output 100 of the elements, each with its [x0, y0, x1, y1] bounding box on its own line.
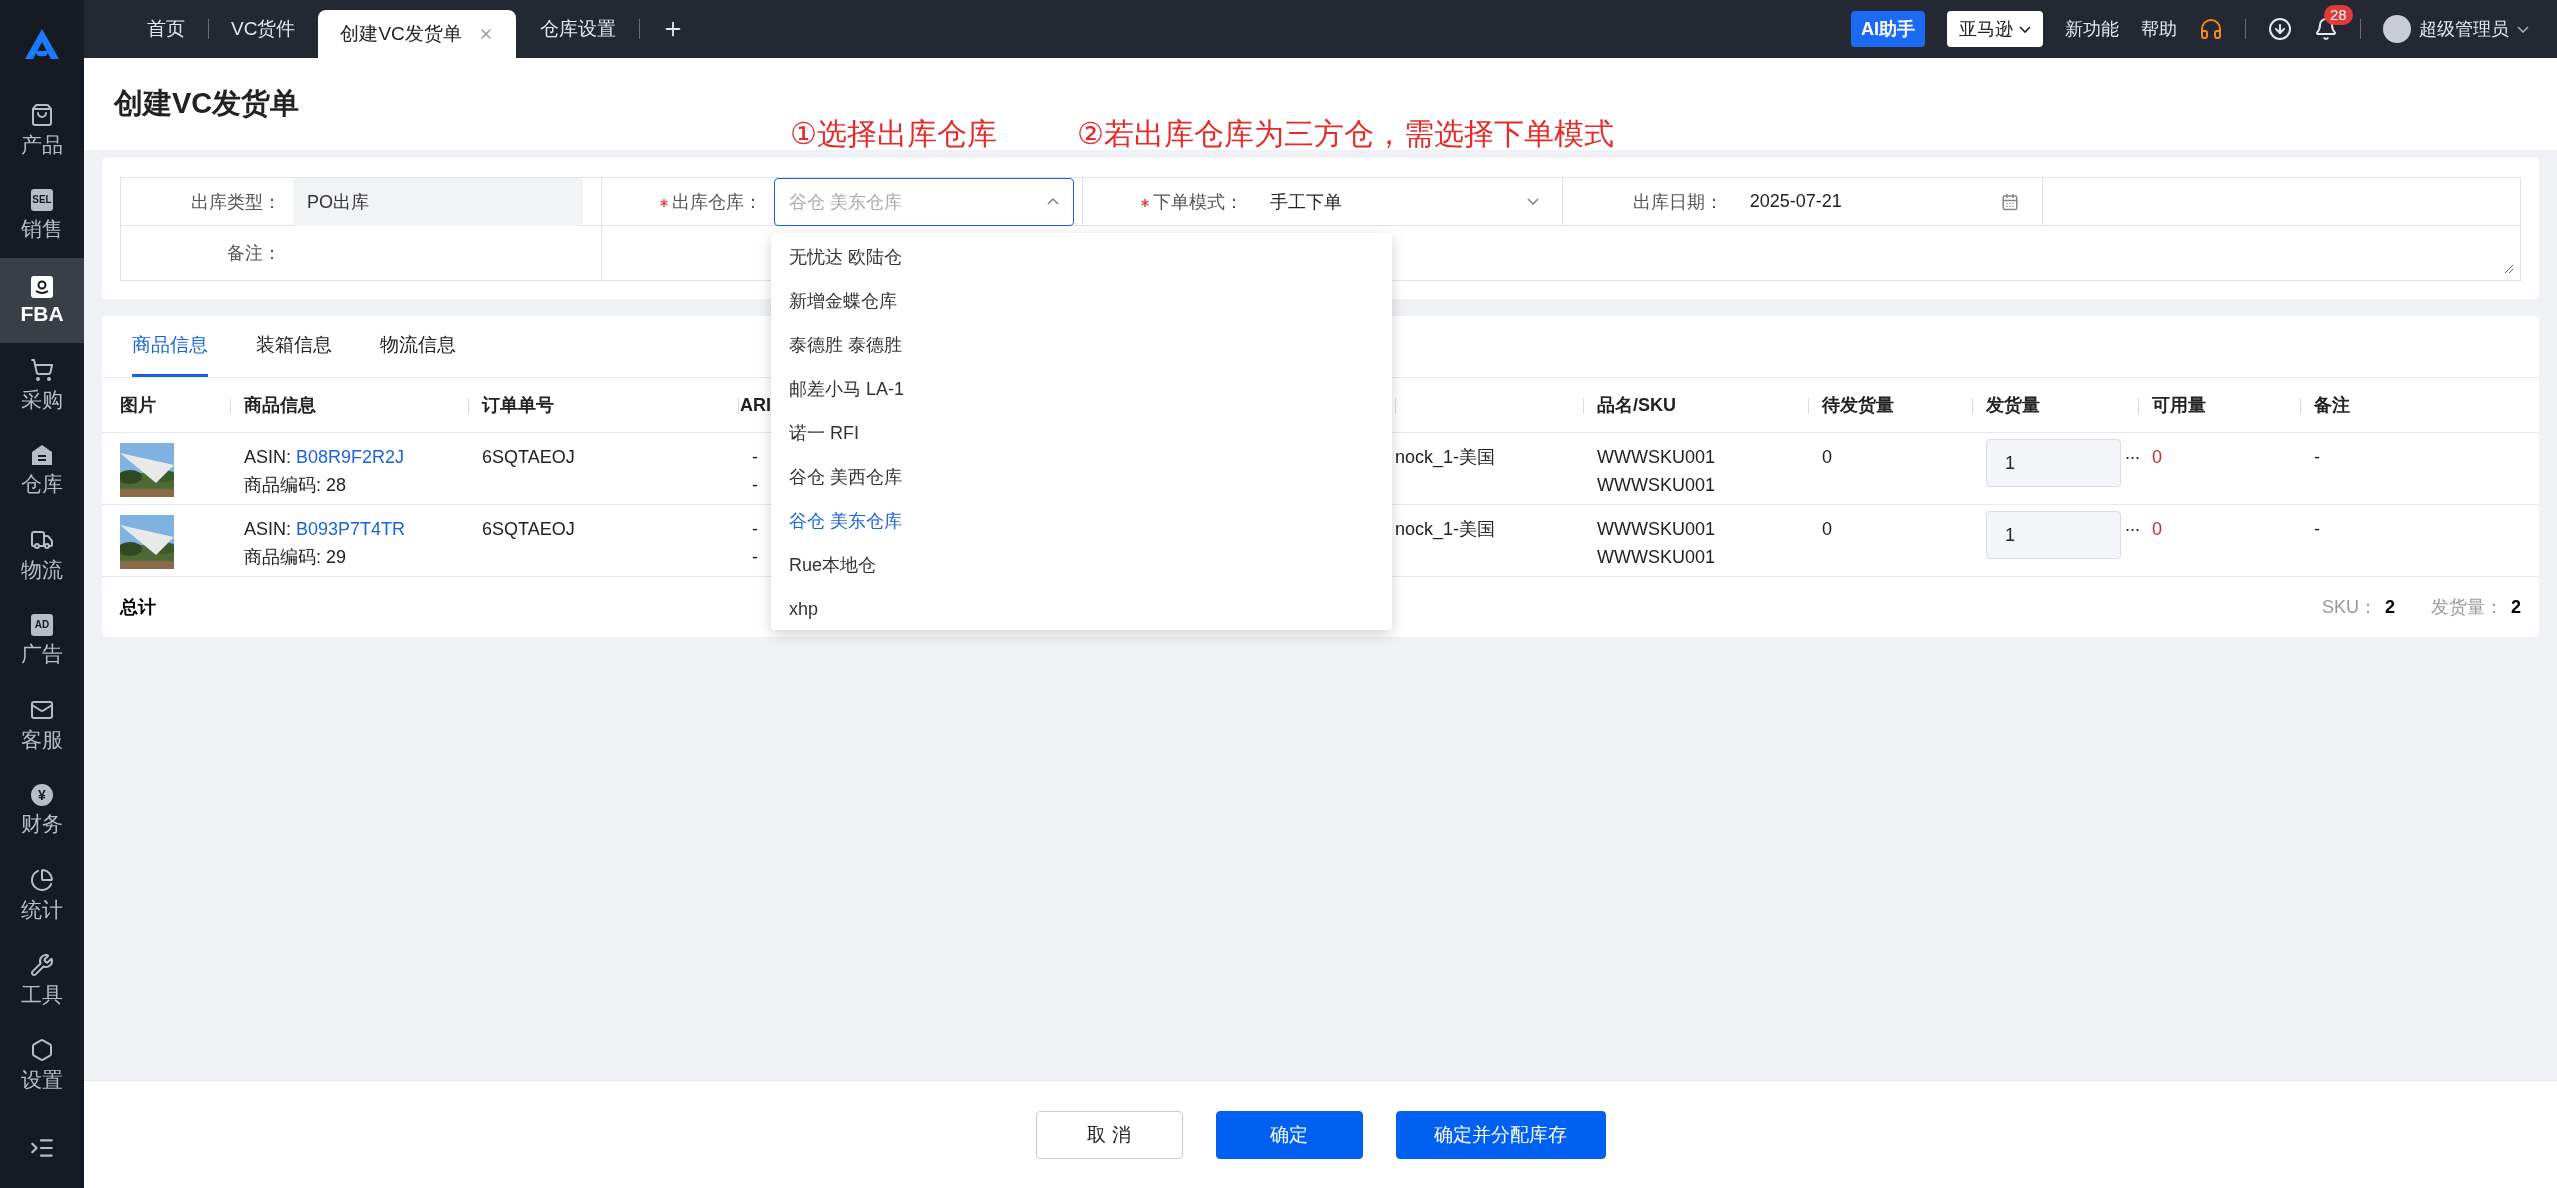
- ad-icon: AD: [31, 613, 53, 636]
- header-link[interactable]: 新功能: [2065, 17, 2119, 41]
- page-tab[interactable]: 仓库设置: [517, 0, 639, 58]
- dropdown-option[interactable]: Rue本地仓: [771, 543, 1392, 587]
- field-label: 出库仓库：: [602, 189, 774, 214]
- nav-item[interactable]: 客服: [0, 683, 84, 768]
- dropdown-option[interactable]: 谷仓 美东仓库: [771, 499, 1392, 543]
- page-tab[interactable]: 创建VC发货单: [318, 10, 516, 58]
- table-cell-text: -: [2314, 446, 2320, 469]
- caret-icon: [2517, 25, 2529, 33]
- table-cell-text: -: [752, 474, 758, 497]
- confirm-button[interactable]: 确定并分配库存: [1395, 1110, 1606, 1159]
- table-cell-text: nock_1-美国: [1395, 446, 1496, 470]
- nav-item[interactable]: 统计: [0, 853, 84, 938]
- annotation-text: ②若出库仓库为三方仓，需选择下单模式: [1076, 116, 1614, 152]
- column-header: 订单单号: [482, 394, 554, 417]
- field-label: 出库类型：: [190, 190, 282, 214]
- column-header: 备注: [2314, 394, 2350, 417]
- column-header: 发货量: [1986, 394, 2040, 417]
- quantity-total: 发货量： 2: [2431, 596, 2521, 619]
- annotation-text: ①选择出库仓库: [790, 116, 997, 152]
- wrench-icon: [30, 952, 54, 977]
- sale-icon: SEL: [31, 188, 53, 211]
- platform-select[interactable]: 亚马逊: [1947, 11, 2043, 47]
- asin-text: ASIN: B08R9F2R2J: [244, 446, 405, 469]
- table-cell-text: -: [752, 546, 758, 569]
- section-tab[interactable]: 装箱信息: [256, 316, 332, 377]
- dropdown-option[interactable]: 无忧达 欧陆仓: [771, 235, 1392, 279]
- date-field[interactable]: 2025-07-21: [1734, 177, 2034, 226]
- section-tab[interactable]: 物流信息: [380, 316, 456, 377]
- nav-item[interactable]: 物流: [0, 513, 84, 598]
- product-code: 商品编码: 29: [244, 546, 347, 569]
- nav-item[interactable]: SEL 销售: [0, 173, 84, 258]
- cart-icon: [30, 357, 54, 382]
- sku-total: SKU： 2: [2321, 596, 2395, 619]
- nav-item[interactable]: 工具: [0, 938, 84, 1023]
- table-cell-text: ...: [2125, 442, 2140, 465]
- confirm-button[interactable]: 确定: [1215, 1110, 1363, 1159]
- page-title: 创建VC发货单: [114, 86, 300, 121]
- calendar-icon: [2001, 192, 2019, 211]
- notification-badge: 28: [2324, 5, 2353, 25]
- headset-icon[interactable]: [2199, 17, 2223, 41]
- quantity-field[interactable]: 1: [1986, 511, 2121, 559]
- table-cell-text: WWWSKU001: [1597, 474, 1715, 497]
- warehouse-icon: [31, 443, 53, 466]
- nav-item[interactable]: 设置: [0, 1023, 84, 1108]
- product-code: 商品编码: 28: [244, 474, 347, 497]
- field-label: 备注：: [226, 242, 282, 265]
- table-cell-text: -: [2314, 518, 2320, 541]
- nav-item[interactable]: AD 广告: [0, 598, 84, 683]
- column-header: 品名/SKU: [1597, 394, 1676, 417]
- nav-item[interactable]: FBA: [0, 258, 84, 343]
- table-cell-text: 6SQTAEOJ: [482, 446, 575, 469]
- cancel-button[interactable]: 取 消: [1035, 1110, 1183, 1159]
- table-cell-text: nock_1-美国: [1395, 518, 1496, 542]
- caret-icon: [2019, 25, 2031, 33]
- header-link[interactable]: 帮助: [2141, 17, 2177, 41]
- table-cell-text: 0: [2152, 446, 2162, 469]
- table-cell-text: 0: [1822, 446, 1832, 469]
- readonly-field: PO出库: [293, 177, 583, 226]
- dropdown-option[interactable]: 新增金蝶仓库: [771, 279, 1392, 323]
- user-name[interactable]: 超级管理员: [2419, 17, 2509, 41]
- column-header: 图片: [120, 394, 156, 417]
- avatar: [2383, 15, 2411, 43]
- nav-item[interactable]: ¥ 财务: [0, 768, 84, 853]
- settings-icon: [30, 1037, 54, 1062]
- ai-assistant-button[interactable]: AI助手: [1851, 11, 1925, 47]
- nav-item[interactable]: 产品: [0, 88, 84, 173]
- logo-icon: [25, 29, 59, 59]
- table-cell-text: -: [752, 446, 758, 469]
- dropdown-option[interactable]: 诺一 RFI: [771, 411, 1392, 455]
- nav-item[interactable]: 仓库: [0, 428, 84, 513]
- asin-text: ASIN: B093P7T4TR: [244, 518, 406, 541]
- dropdown-option[interactable]: 泰德胜 泰德胜: [771, 323, 1392, 367]
- table-cell-text: 6SQTAEOJ: [482, 518, 575, 541]
- select-field[interactable]: 手工下单: [1254, 177, 1554, 226]
- bag-icon: [30, 102, 54, 127]
- table-cell-text: WWWSKU001: [1597, 446, 1715, 469]
- table-cell-text: ...: [2125, 514, 2140, 537]
- page-tab[interactable]: VC货件: [209, 0, 319, 58]
- page-tab[interactable]: 首页: [125, 0, 208, 58]
- column-header: ARI: [740, 394, 771, 416]
- download-icon[interactable]: [2268, 17, 2292, 41]
- total-label: 总计: [120, 596, 156, 619]
- caret-icon: [1527, 198, 1539, 205]
- nav-item[interactable]: 采购: [0, 343, 84, 428]
- column-header: 商品信息: [244, 394, 316, 417]
- field-label: 下单模式：: [1083, 189, 1255, 214]
- column-header: 待发货量: [1822, 394, 1894, 417]
- dropdown-option[interactable]: 谷仓 美西仓库: [771, 455, 1392, 499]
- quantity-field[interactable]: 1: [1986, 439, 2121, 487]
- table-cell-text: -: [752, 518, 758, 541]
- table-cell-text: WWWSKU001: [1597, 518, 1715, 541]
- table-cell-text: 0: [1822, 518, 1832, 541]
- table-cell-text: 0: [2152, 518, 2162, 541]
- section-tab[interactable]: 商品信息: [132, 316, 208, 377]
- dropdown-option[interactable]: 邮差小马 LA-1: [771, 367, 1392, 411]
- field-label: 出库日期：: [1631, 190, 1724, 214]
- dropdown-option[interactable]: xhp: [771, 587, 1392, 630]
- caret-icon: [1047, 198, 1059, 205]
